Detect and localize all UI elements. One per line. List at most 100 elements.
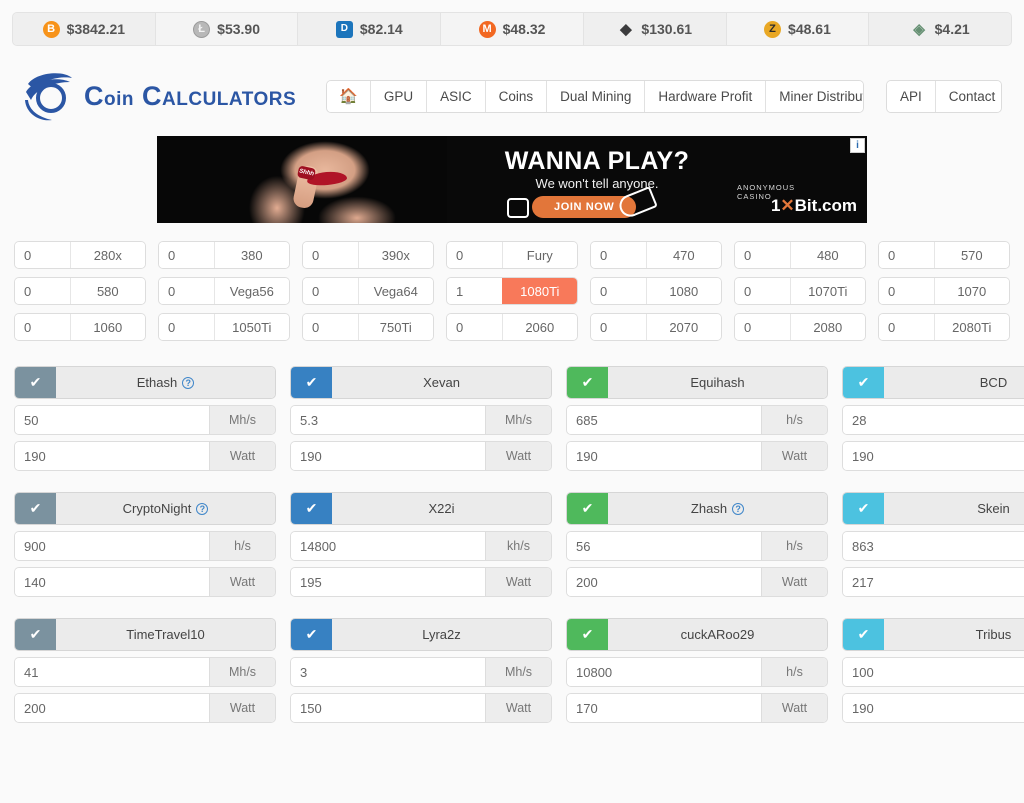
gpu-quantity-input[interactable] <box>303 314 358 340</box>
hashrate-input[interactable] <box>843 532 1024 560</box>
hashrate-input[interactable] <box>15 658 209 686</box>
nav-home[interactable]: 🏠 <box>327 81 371 112</box>
algorithm-name-button[interactable]: CryptoNight? <box>56 493 275 524</box>
algorithm-name-button[interactable]: Lyra2z <box>332 619 551 650</box>
nav-api[interactable]: API <box>887 81 936 112</box>
ticker-item[interactable]: Z$48.61 <box>727 13 870 45</box>
gpu-name-button[interactable]: 2080Ti <box>934 314 1009 340</box>
nav-contact[interactable]: Contact <box>936 81 1002 112</box>
gpu-quantity-input[interactable] <box>735 314 790 340</box>
algorithm-checkbox[interactable]: ✔ <box>15 493 56 524</box>
algorithm-checkbox[interactable]: ✔ <box>291 493 332 524</box>
power-input[interactable] <box>843 442 1024 470</box>
ticker-item[interactable]: M$48.32 <box>441 13 584 45</box>
gpu-quantity-input[interactable] <box>591 242 646 268</box>
algorithm-checkbox[interactable]: ✔ <box>843 367 884 398</box>
gpu-quantity-input[interactable] <box>735 278 790 304</box>
power-input[interactable] <box>15 694 209 722</box>
power-input[interactable] <box>291 568 485 596</box>
gpu-quantity-input[interactable] <box>159 278 214 304</box>
gpu-quantity-input[interactable] <box>303 242 358 268</box>
gpu-quantity-input[interactable] <box>15 314 70 340</box>
ticker-item[interactable]: ◈$4.21 <box>869 13 1011 45</box>
algorithm-checkbox[interactable]: ✔ <box>15 619 56 650</box>
gpu-quantity-input[interactable] <box>591 278 646 304</box>
site-logo[interactable]: Coin CALCULATORS <box>22 70 296 122</box>
gpu-name-button[interactable]: Fury <box>502 242 577 268</box>
gpu-quantity-input[interactable] <box>879 314 934 340</box>
nav-gpu[interactable]: GPU <box>371 81 427 112</box>
hashrate-input[interactable] <box>291 658 485 686</box>
hashrate-input[interactable] <box>291 532 485 560</box>
hashrate-input[interactable] <box>843 658 1024 686</box>
gpu-name-button[interactable]: 480 <box>790 242 865 268</box>
gpu-name-button[interactable]: Vega56 <box>214 278 289 304</box>
gpu-name-button[interactable]: 2060 <box>502 314 577 340</box>
hashrate-input[interactable] <box>567 406 761 434</box>
power-input[interactable] <box>843 694 1024 722</box>
gpu-quantity-input[interactable] <box>15 278 70 304</box>
gpu-name-button[interactable]: 1070 <box>934 278 1009 304</box>
nav-miner-distribution[interactable]: Miner Distribution <box>766 81 864 112</box>
algorithm-name-button[interactable]: TimeTravel10 <box>56 619 275 650</box>
ticker-item[interactable]: ◆$130.61 <box>584 13 727 45</box>
power-input[interactable] <box>291 694 485 722</box>
power-input[interactable] <box>843 568 1024 596</box>
algorithm-checkbox[interactable]: ✔ <box>843 493 884 524</box>
nav-hardware-profit[interactable]: Hardware Profit <box>645 81 766 112</box>
power-input[interactable] <box>567 694 761 722</box>
gpu-name-button[interactable]: 380 <box>214 242 289 268</box>
help-icon[interactable]: ? <box>732 503 744 515</box>
gpu-quantity-input[interactable] <box>735 242 790 268</box>
power-input[interactable] <box>291 442 485 470</box>
gpu-name-button[interactable]: 280x <box>70 242 145 268</box>
ad-info-icon[interactable]: i <box>850 138 865 153</box>
gpu-name-button[interactable]: 390x <box>358 242 433 268</box>
hashrate-input[interactable] <box>567 532 761 560</box>
algorithm-name-button[interactable]: Xevan <box>332 367 551 398</box>
gpu-name-button[interactable]: 570 <box>934 242 1009 268</box>
gpu-quantity-input[interactable] <box>159 242 214 268</box>
gpu-name-button[interactable]: 2080 <box>790 314 865 340</box>
gpu-quantity-input[interactable] <box>591 314 646 340</box>
gpu-name-button[interactable]: 580 <box>70 278 145 304</box>
casino-banner-ad[interactable]: Shhh WANNA PLAY? We won't tell anyone. J… <box>157 136 867 223</box>
algorithm-name-button[interactable]: BCD <box>884 367 1024 398</box>
gpu-quantity-input[interactable] <box>303 278 358 304</box>
algorithm-checkbox[interactable]: ✔ <box>567 619 608 650</box>
power-input[interactable] <box>567 568 761 596</box>
gpu-quantity-input[interactable] <box>879 242 934 268</box>
algorithm-name-button[interactable]: cuckARoo29 <box>608 619 827 650</box>
hashrate-input[interactable] <box>567 658 761 686</box>
algorithm-name-button[interactable]: Skein <box>884 493 1024 524</box>
hashrate-input[interactable] <box>843 406 1024 434</box>
help-icon[interactable]: ? <box>182 377 194 389</box>
gpu-quantity-input[interactable] <box>159 314 214 340</box>
gpu-name-button[interactable]: 750Ti <box>358 314 433 340</box>
gpu-name-button[interactable]: 1050Ti <box>214 314 289 340</box>
gpu-quantity-input[interactable] <box>447 278 502 304</box>
power-input[interactable] <box>567 442 761 470</box>
power-input[interactable] <box>15 442 209 470</box>
gpu-name-button[interactable]: Vega64 <box>358 278 433 304</box>
hashrate-input[interactable] <box>291 406 485 434</box>
power-input[interactable] <box>15 568 209 596</box>
gpu-quantity-input[interactable] <box>879 278 934 304</box>
ticker-item[interactable]: B$3842.21 <box>13 13 156 45</box>
algorithm-checkbox[interactable]: ✔ <box>291 367 332 398</box>
algorithm-name-button[interactable]: Tribus <box>884 619 1024 650</box>
algorithm-checkbox[interactable]: ✔ <box>291 619 332 650</box>
algorithm-name-button[interactable]: Equihash <box>608 367 827 398</box>
nav-asic[interactable]: ASIC <box>427 81 486 112</box>
algorithm-checkbox[interactable]: ✔ <box>843 619 884 650</box>
gpu-name-button[interactable]: 1070Ti <box>790 278 865 304</box>
gpu-name-button[interactable]: 1080 <box>646 278 721 304</box>
help-icon[interactable]: ? <box>196 503 208 515</box>
gpu-quantity-input[interactable] <box>447 242 502 268</box>
gpu-name-button[interactable]: 1080Ti <box>502 278 577 304</box>
hashrate-input[interactable] <box>15 532 209 560</box>
gpu-name-button[interactable]: 1060 <box>70 314 145 340</box>
ticker-item[interactable]: D$82.14 <box>298 13 441 45</box>
nav-coins[interactable]: Coins <box>486 81 548 112</box>
ticker-item[interactable]: Ł$53.90 <box>156 13 299 45</box>
